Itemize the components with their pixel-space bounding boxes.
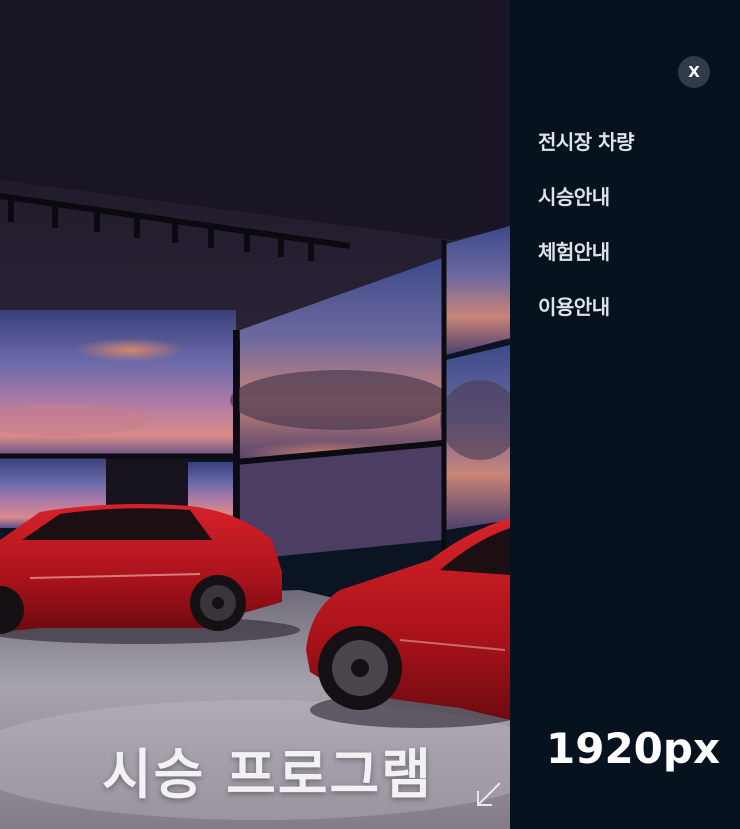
hero-title: 시승 프로그램 (102, 743, 433, 806)
close-button[interactable]: X (678, 56, 710, 88)
side-menu: 전시장 차량 시승안내 체험안내 이용안내 (538, 126, 634, 346)
menu-item-experience-guide[interactable]: 체험안내 (538, 236, 634, 291)
page: 시승 프로그램 X 전시장 차량 시승안내 체험안내 이용안내 1920px (0, 0, 740, 829)
menu-item-showroom-vehicles[interactable]: 전시장 차량 (538, 126, 634, 181)
resolution-label: 1920px (546, 724, 721, 773)
side-menu-panel: X 전시장 차량 시승안내 체험안내 이용안내 1920px (510, 0, 740, 829)
menu-item-test-drive-guide[interactable]: 시승안내 (538, 181, 634, 236)
arrow-down-left-icon[interactable] (474, 779, 504, 809)
menu-item-usage-guide[interactable]: 이용안내 (538, 291, 634, 346)
